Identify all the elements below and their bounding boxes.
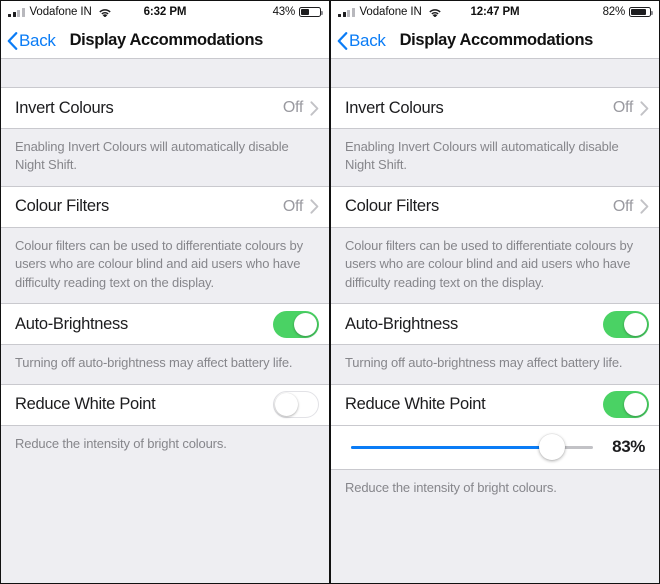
toggle-knob bbox=[624, 312, 647, 336]
settings-row-invert-colours[interactable]: Invert Colours Off bbox=[331, 87, 659, 129]
settings-list: Invert Colours Off Enabling Invert Colours… bbox=[1, 59, 329, 465]
row-footnote: Turning off auto-brightness may affect b… bbox=[331, 345, 659, 384]
page-title: Display Accommodations bbox=[69, 31, 264, 49]
row-label: Auto-Brightness bbox=[345, 314, 458, 333]
phone-screen-left: Vodafone IN 6:32 PM 43% Back Display Accommo… bbox=[0, 0, 330, 584]
row-accessory bbox=[603, 310, 649, 338]
navigation-bar: Back Display Accommodations bbox=[1, 23, 329, 59]
settings-row-invert-colours[interactable]: Invert Colours Off bbox=[1, 87, 329, 129]
screen-content: Vodafone IN 6:32 PM 43% Back Display Accommo… bbox=[1, 1, 329, 583]
row-label: Reduce White Point bbox=[15, 395, 156, 414]
battery-icon bbox=[629, 6, 653, 18]
list-bottom-spacer bbox=[1, 464, 329, 583]
chevron-right-icon bbox=[640, 100, 649, 116]
settings-row-reduce-white-point[interactable]: Reduce White Point bbox=[331, 383, 659, 426]
page-title: Display Accommodations bbox=[399, 31, 594, 49]
row-footnote: Turning off auto-brightness may affect b… bbox=[1, 345, 329, 384]
status-bar-right: 43% bbox=[272, 6, 323, 18]
settings-row-colour-filters[interactable]: Colour Filters Off bbox=[331, 185, 659, 228]
slider-row-reduce-white-point: 83% bbox=[331, 425, 659, 470]
chevron-left-icon bbox=[7, 31, 18, 50]
row-label: Reduce White Point bbox=[345, 395, 486, 414]
phone-screen-right: Vodafone IN 12:47 PM 82% Back Display Accomm… bbox=[330, 0, 660, 584]
row-accessory: Off bbox=[613, 99, 649, 117]
settings-row-colour-filters[interactable]: Colour Filters Off bbox=[1, 185, 329, 228]
row-accessory: Off bbox=[283, 99, 319, 117]
chevron-right-icon bbox=[640, 199, 649, 215]
battery-fill bbox=[301, 8, 309, 16]
status-bar: Vodafone IN 6:32 PM 43% bbox=[1, 1, 329, 23]
toggle-auto-brightness[interactable] bbox=[273, 310, 319, 338]
settings-list: Invert Colours Off Enabling Invert Colours… bbox=[331, 59, 659, 509]
row-accessory bbox=[273, 310, 319, 338]
row-accessory: Off bbox=[283, 198, 319, 216]
row-value: Off bbox=[612, 99, 633, 116]
chevron-right-icon bbox=[310, 199, 319, 215]
settings-row-auto-brightness[interactable]: Auto-Brightness bbox=[1, 303, 329, 346]
battery-fill bbox=[631, 8, 646, 16]
toggle-knob bbox=[275, 393, 298, 417]
row-label: Invert Colours bbox=[345, 98, 444, 117]
toggle-reduce-white-point[interactable] bbox=[273, 391, 319, 419]
row-value: Off bbox=[282, 99, 303, 116]
row-footnote: Reduce the intensity of bright colours. bbox=[331, 469, 659, 509]
row-accessory: Off bbox=[613, 198, 649, 216]
back-button-label: Back bbox=[19, 30, 56, 50]
row-value: Off bbox=[612, 197, 633, 215]
battery-percent-label: 82% bbox=[602, 6, 626, 18]
chevron-left-icon bbox=[337, 31, 348, 50]
row-label: Auto-Brightness bbox=[15, 314, 128, 333]
row-footnote: Colour filters can be used to differenti… bbox=[331, 227, 659, 304]
back-button[interactable]: Back bbox=[7, 31, 56, 51]
row-value: Off bbox=[282, 197, 303, 215]
row-accessory bbox=[603, 391, 649, 419]
status-bar-right: 82% bbox=[602, 6, 653, 18]
row-label: Colour Filters bbox=[345, 197, 439, 216]
list-top-spacer bbox=[331, 59, 659, 87]
status-bar: Vodafone IN 12:47 PM 82% bbox=[331, 1, 659, 23]
back-button[interactable]: Back bbox=[337, 31, 386, 51]
toggle-knob bbox=[624, 393, 647, 417]
slider-fill bbox=[351, 445, 552, 449]
row-footnote: Reduce the intensity of bright colours. bbox=[1, 425, 329, 465]
row-label: Colour Filters bbox=[15, 197, 109, 216]
row-footnote: Enabling Invert Colours will automatical… bbox=[1, 129, 329, 186]
battery-icon bbox=[299, 6, 323, 18]
list-top-spacer bbox=[1, 59, 329, 87]
chevron-right-icon bbox=[310, 100, 319, 116]
toggle-reduce-white-point[interactable] bbox=[603, 391, 649, 419]
back-button-label: Back bbox=[349, 30, 386, 50]
slider-value-label: 83% bbox=[612, 437, 645, 457]
battery-percent-label: 43% bbox=[272, 6, 296, 18]
row-footnote: Colour filters can be used to differenti… bbox=[1, 227, 329, 304]
navigation-bar: Back Display Accommodations bbox=[331, 23, 659, 59]
screen-content: Vodafone IN 12:47 PM 82% Back Display Accomm… bbox=[331, 1, 659, 583]
settings-row-reduce-white-point[interactable]: Reduce White Point bbox=[1, 383, 329, 426]
row-label: Invert Colours bbox=[15, 98, 114, 117]
toggle-knob bbox=[294, 312, 317, 336]
list-bottom-spacer bbox=[331, 508, 659, 583]
settings-row-auto-brightness[interactable]: Auto-Brightness bbox=[331, 303, 659, 346]
slider-thumb[interactable] bbox=[538, 434, 565, 461]
row-footnote: Enabling Invert Colours will automatical… bbox=[331, 129, 659, 186]
row-accessory bbox=[273, 391, 319, 419]
white-point-slider[interactable] bbox=[351, 433, 593, 461]
toggle-auto-brightness[interactable] bbox=[603, 310, 649, 338]
comparison-screenshot: Vodafone IN 6:32 PM 43% Back Display Accommo… bbox=[0, 0, 660, 584]
